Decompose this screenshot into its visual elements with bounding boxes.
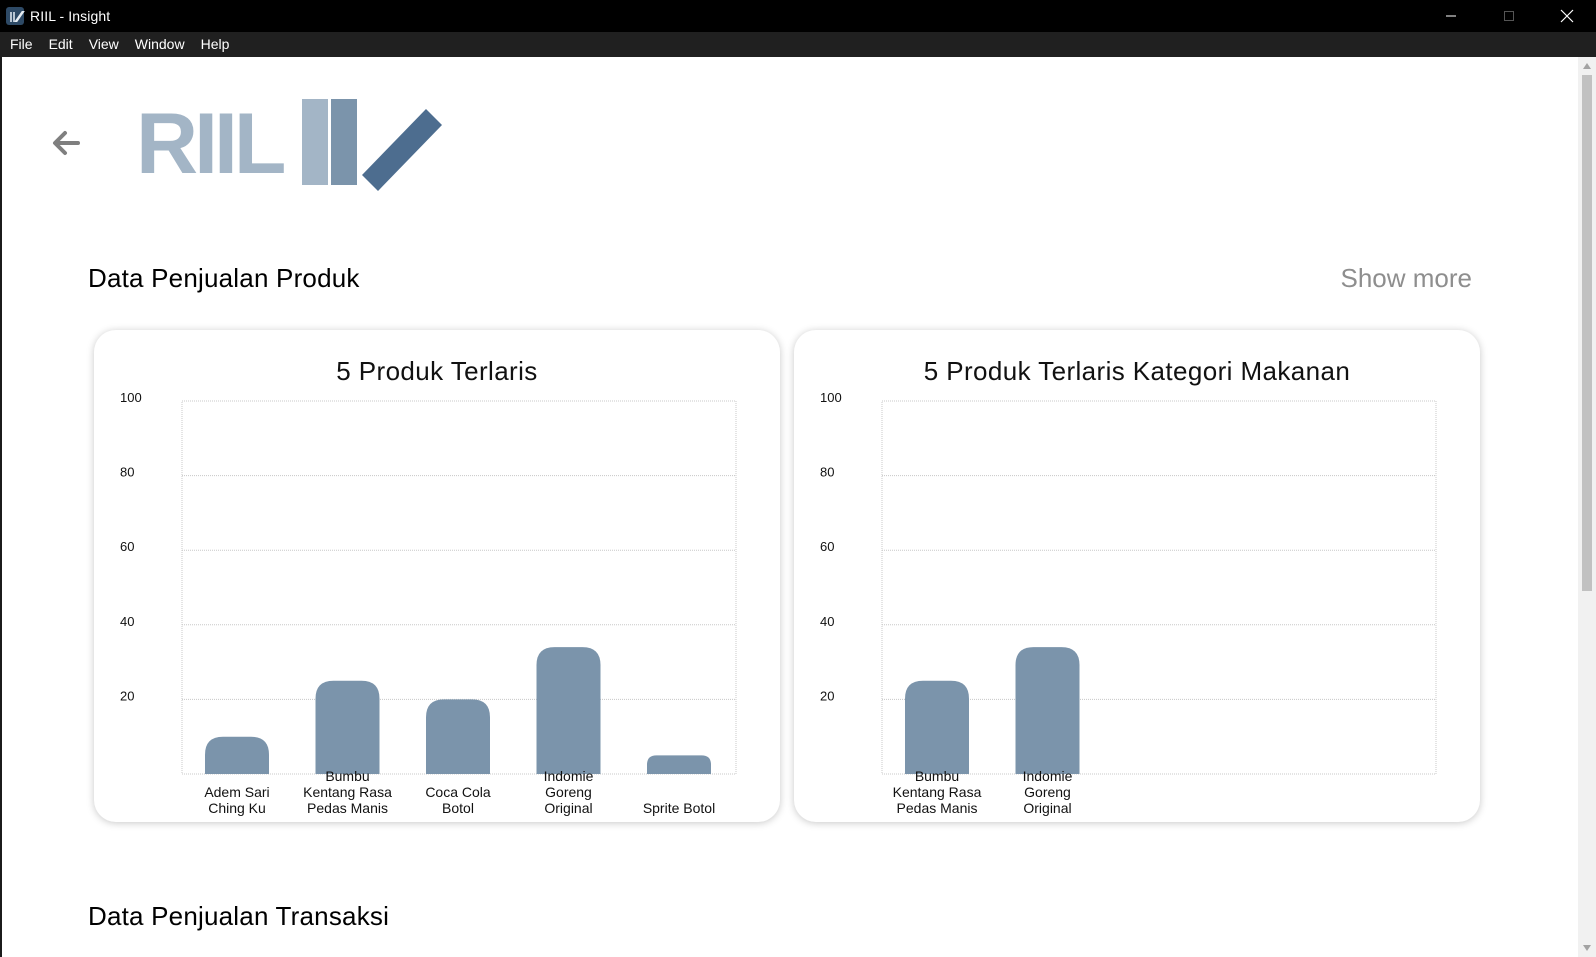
scrollbar-thumb[interactable] xyxy=(1582,75,1592,591)
bar xyxy=(205,736,269,774)
minimize-icon xyxy=(1446,15,1456,17)
bar xyxy=(536,647,601,774)
close-icon xyxy=(1560,9,1574,23)
bar xyxy=(1015,647,1080,774)
maximize-icon xyxy=(1504,11,1514,21)
x-category-label: Botol xyxy=(442,800,474,816)
y-tick-label: 40 xyxy=(120,614,134,629)
bar-chart-top-food-products: 20 40 60 80 100 BumbuKentang RasaPedas Manis I… xyxy=(820,390,1437,816)
main-content: RIIL Data Penjualan Produk Show more 20 4… xyxy=(2,57,1578,957)
back-button[interactable] xyxy=(48,125,84,161)
y-tick-label: 60 xyxy=(120,539,134,554)
triangle-up-icon xyxy=(1583,63,1591,69)
menu-help[interactable]: Help xyxy=(193,32,238,57)
x-category-label: Bumbu xyxy=(915,768,959,784)
bar xyxy=(315,680,380,774)
maximize-button[interactable] xyxy=(1480,0,1538,32)
x-category-label: Ching Ku xyxy=(208,800,266,816)
section-title-produk: Data Penjualan Produk xyxy=(88,263,360,293)
y-tick-label: 100 xyxy=(120,390,142,405)
window-title: RIIL - Insight xyxy=(30,8,111,24)
x-category-label: Adem Sari xyxy=(204,784,269,800)
x-category-label: Coca Cola xyxy=(425,784,491,800)
minimize-button[interactable] xyxy=(1422,0,1480,32)
bar xyxy=(905,680,969,774)
x-category-label: Indomie xyxy=(1023,768,1073,784)
x-category-label: Goreng xyxy=(545,784,592,800)
y-tick-label: 80 xyxy=(820,465,834,480)
x-category-label: Kentang Rasa xyxy=(303,784,392,800)
arrow-left-icon xyxy=(53,131,80,155)
menu-edit[interactable]: Edit xyxy=(41,32,81,57)
y-tick-label: 60 xyxy=(820,539,834,554)
x-category-label: Indomie xyxy=(544,768,594,784)
show-more-link[interactable]: Show more xyxy=(1341,263,1473,294)
x-category-label: Bumbu xyxy=(325,768,369,784)
x-category-label: Sprite Botol xyxy=(643,800,715,816)
scroll-up-button[interactable] xyxy=(1578,57,1596,75)
close-button[interactable] xyxy=(1538,0,1596,32)
y-tick-label: 40 xyxy=(820,614,834,629)
vertical-scrollbar[interactable] xyxy=(1578,57,1596,957)
x-category-label: Original xyxy=(544,800,592,816)
chart-title: 5 Produk Terlaris Kategori Makanan xyxy=(923,356,1351,386)
menu-bar: File Edit View Window Help xyxy=(0,32,1596,57)
bar-chart-top-products: 20 40 60 80 100 Adem SariChing Ku BumbuKentang… xyxy=(120,390,737,816)
scroll-down-button[interactable] xyxy=(1578,939,1596,957)
menu-file[interactable]: File xyxy=(2,32,41,57)
chart-card-top-food-products: 20 40 60 80 100 Bumbu Kentang Rasa Pedas Manis I… xyxy=(794,330,1480,822)
y-tick-label: 80 xyxy=(120,465,134,480)
y-tick-label: 100 xyxy=(820,390,842,405)
bar xyxy=(426,699,490,774)
x-category-label: Kentang Rasa xyxy=(893,784,982,800)
chart-title: 5 Produk Terlaris xyxy=(336,356,538,386)
window-titlebar: RIIL - Insight xyxy=(0,0,1596,32)
x-category-label: Goreng xyxy=(1024,784,1071,800)
x-category-label: Pedas Manis xyxy=(307,800,388,816)
window-controls xyxy=(1422,0,1596,32)
x-category-label: Original xyxy=(1023,800,1071,816)
app-icon xyxy=(6,7,25,25)
y-tick-label: 20 xyxy=(820,688,834,703)
menu-view[interactable]: View xyxy=(81,32,127,57)
bar xyxy=(647,755,711,774)
x-category-label: Pedas Manis xyxy=(897,800,978,816)
section-title-transaksi: Data Penjualan Transaksi xyxy=(88,901,390,931)
logo-text: RIIL xyxy=(136,97,284,192)
triangle-down-icon xyxy=(1583,945,1591,951)
menu-window[interactable]: Window xyxy=(127,32,193,57)
riil-logo: RIIL xyxy=(136,97,442,192)
y-tick-label: 20 xyxy=(120,688,134,703)
chart-card-top-products: 20 40 60 80 100 Adem Sari Ching Ku Bumbu Kentang… xyxy=(94,330,780,822)
